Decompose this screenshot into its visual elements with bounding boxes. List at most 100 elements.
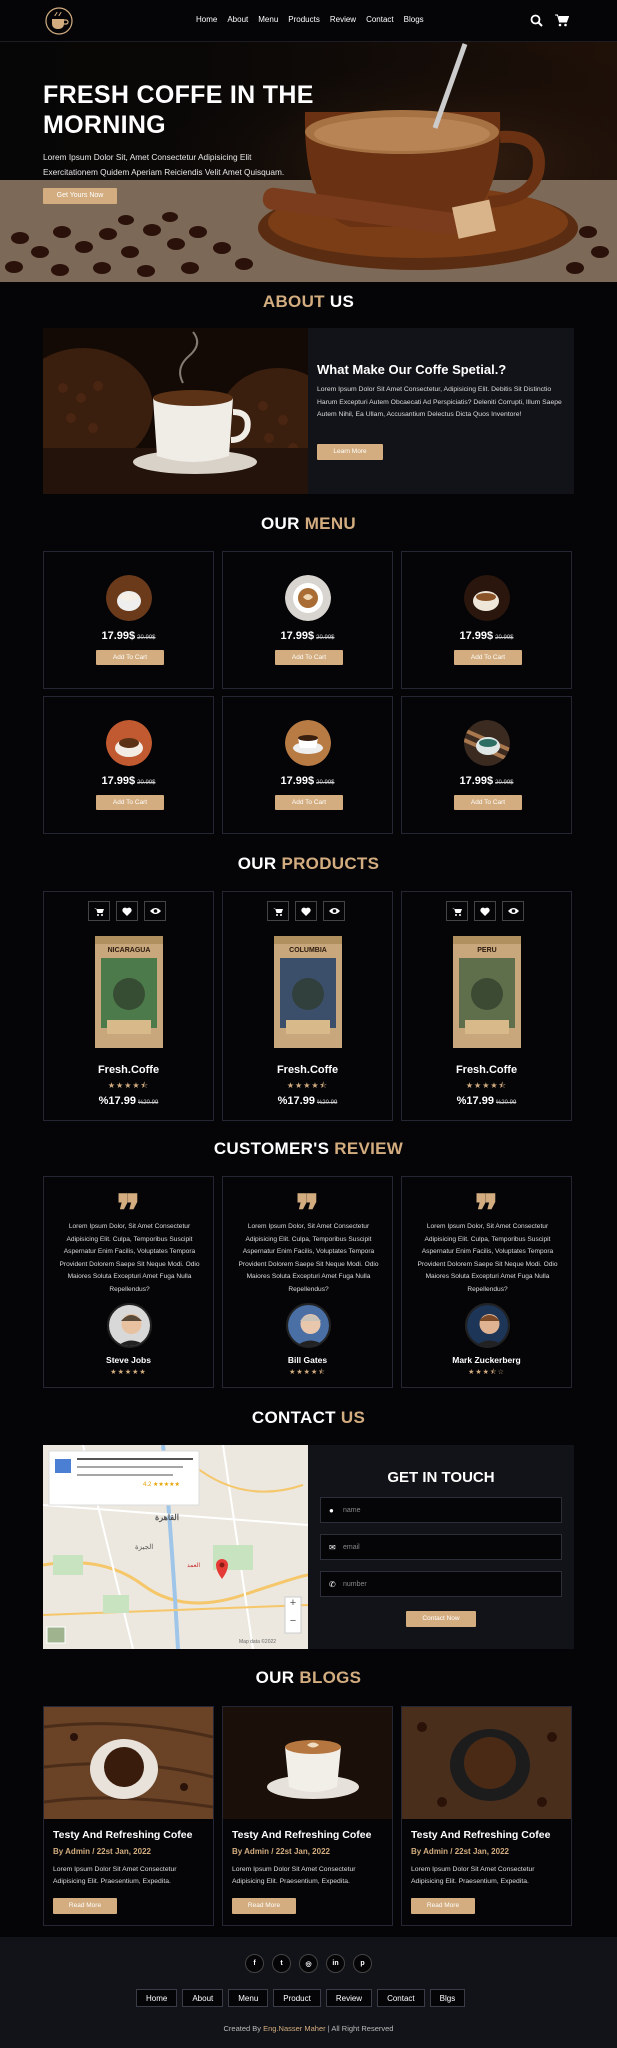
- read-more-button[interactable]: Read More: [53, 1898, 117, 1914]
- cart-icon[interactable]: [555, 14, 569, 27]
- footer-nav-blogs[interactable]: Blgs: [429, 1989, 466, 2007]
- footer-nav-review[interactable]: Review: [325, 1989, 373, 2007]
- footer-nav-contact[interactable]: Contact: [377, 1989, 425, 2007]
- linkedin-icon[interactable]: in: [326, 1954, 345, 1973]
- footer-nav: Home About Menu Product Review Contact B…: [136, 1989, 466, 2007]
- twitter-icon[interactable]: t: [272, 1954, 291, 1973]
- review-card: ❞ Lorem Ipsum Dolor, Sit Amet Consectetur…: [401, 1176, 572, 1388]
- number-field[interactable]: ✆ number: [320, 1571, 562, 1597]
- nav-contact[interactable]: Contact: [366, 15, 394, 24]
- map-giza-label: الجيزة: [135, 1544, 154, 1551]
- social-links: f t ◎ in p: [245, 1954, 372, 1973]
- envelope-icon: ✉: [329, 1542, 336, 1552]
- reviewer-rating: ★★★★⯪: [289, 1369, 326, 1376]
- avatar: [107, 1303, 152, 1348]
- nav-products[interactable]: Products: [288, 15, 320, 24]
- coffee-cup-image: [106, 720, 152, 766]
- products-title: OUR PRODUCTS: [237, 854, 380, 873]
- review-text: Lorem Ipsum Dolor, Sit Amet Consectetur …: [417, 1223, 558, 1293]
- pinterest-icon[interactable]: p: [353, 1954, 372, 1973]
- blog-card: Testy And Refreshing Cofee By Admin / 22s…: [43, 1706, 214, 1926]
- nav-review[interactable]: Review: [330, 15, 356, 24]
- map-zoom-out-button[interactable]: −: [285, 1615, 301, 1627]
- add-to-cart-button[interactable]: Add To Cart: [96, 650, 164, 665]
- product-price: %17.99 %20.99: [98, 1095, 159, 1107]
- instagram-icon[interactable]: ◎: [299, 1954, 318, 1973]
- product-rating: ★★★★⯪: [286, 1081, 329, 1090]
- site-footer: f t ◎ in p Home About Menu Product Revie…: [0, 1937, 617, 2048]
- menu-price: 17.99$ 20.99$: [101, 630, 156, 642]
- reviewer-name: Mark Zuckerberg: [452, 1355, 521, 1365]
- footer-nav-menu[interactable]: Menu: [228, 1989, 269, 2007]
- review-card: ❞ Lorem Ipsum Dolor, Sit Amet Consectetur…: [222, 1176, 393, 1388]
- search-icon[interactable]: [530, 14, 543, 27]
- cart-icon[interactable]: [267, 901, 289, 921]
- add-to-cart-button[interactable]: Add To Cart: [96, 795, 164, 810]
- site-header: Home About Menu Products Review Contact …: [0, 0, 617, 42]
- contact-now-button[interactable]: Contact Now: [406, 1611, 476, 1627]
- heart-icon[interactable]: [116, 901, 138, 921]
- contact-title: CONTACT US: [251, 1408, 366, 1427]
- about-text: Lorem Ipsum Dolor Sit Amet Consectetur, …: [317, 386, 562, 418]
- add-to-cart-button[interactable]: Add To Cart: [454, 795, 522, 810]
- logo-icon[interactable]: [44, 7, 74, 35]
- footer-nav-product[interactable]: Product: [273, 1989, 321, 2007]
- product-rating: ★★★★⯪: [465, 1081, 508, 1090]
- blog-title: Testy And Refreshing Cofee: [232, 1829, 372, 1841]
- blog-text: Lorem Ipsum Dolor Sit Amet Consectetur A…: [232, 1866, 356, 1885]
- get-yours-now-button[interactable]: Get Yours Now: [43, 188, 117, 204]
- map-zoom-in-button[interactable]: +: [285, 1597, 301, 1609]
- name-field[interactable]: ● name: [320, 1497, 562, 1523]
- menu-price: 17.99$ 20.99$: [459, 630, 514, 642]
- product-price: %17.99 %20.99: [456, 1095, 517, 1107]
- add-to-cart-button[interactable]: Add To Cart: [454, 650, 522, 665]
- blog-title: Testy And Refreshing Cofee: [411, 1829, 551, 1841]
- blog-text: Lorem Ipsum Dolor Sit Amet Consectetur A…: [53, 1866, 177, 1885]
- hero-title: FRESH COFFE IN THE MORNING: [43, 81, 314, 139]
- eye-icon[interactable]: [502, 901, 524, 921]
- nav-about[interactable]: About: [227, 15, 248, 24]
- menu-card: 17.99$ 20.99$ Add To Cart: [222, 551, 393, 689]
- map-marker-label: العمد: [187, 1563, 201, 1569]
- product-name: Fresh.Coffe: [455, 1064, 518, 1076]
- facebook-icon[interactable]: f: [245, 1954, 264, 1973]
- menu-card: 17.99$ 20.99$ Add To Cart: [222, 696, 393, 834]
- blog-meta: By Admin / 22st Jan, 2022: [53, 1847, 151, 1856]
- nav-blogs[interactable]: Blogs: [404, 15, 424, 24]
- cart-icon[interactable]: [446, 901, 468, 921]
- cart-icon[interactable]: [88, 901, 110, 921]
- contact-form: GET IN TOUCH ● name ✉ email ✆ number Contac…: [308, 1445, 574, 1649]
- heart-icon[interactable]: [474, 901, 496, 921]
- product-name: Fresh.Coffe: [276, 1064, 339, 1076]
- add-to-cart-button[interactable]: Add To Cart: [275, 795, 343, 810]
- menu-price: 17.99$ 20.99$: [459, 775, 514, 787]
- map-attribution: Map data ©2022: [239, 1639, 277, 1645]
- google-map[interactable]: 4.2 ★★★★★ القاهرة الجيزة العمد + − Map d…: [43, 1445, 308, 1649]
- add-to-cart-button[interactable]: Add To Cart: [275, 650, 343, 665]
- coffee-cup-image: [285, 720, 331, 766]
- map-rating: 4.2 ★★★★★: [143, 1482, 180, 1488]
- coffee-cup-image: [106, 575, 152, 621]
- blog-title: Testy And Refreshing Cofee: [53, 1829, 193, 1841]
- blogs-title: OUR BLOGS: [255, 1668, 362, 1687]
- read-more-button[interactable]: Read More: [232, 1898, 296, 1914]
- avatar: [465, 1303, 510, 1348]
- hero-section: FRESH COFFE IN THE MORNING Lorem Ipsum D…: [0, 42, 617, 282]
- learn-more-button[interactable]: Learn More: [317, 444, 383, 460]
- coffee-bag-image: PERU: [451, 936, 523, 1048]
- nav-home[interactable]: Home: [196, 15, 217, 24]
- eye-icon[interactable]: [323, 901, 345, 921]
- heart-icon[interactable]: [295, 901, 317, 921]
- blog-image: [223, 1707, 392, 1819]
- about-title: ABOUT US: [262, 292, 355, 311]
- footer-nav-home[interactable]: Home: [136, 1989, 178, 2007]
- footer-nav-about[interactable]: About: [182, 1989, 224, 2007]
- reviewer-name: Steve Jobs: [106, 1355, 151, 1365]
- nav-menu[interactable]: Menu: [258, 15, 278, 24]
- map-city-label: القاهرة: [155, 1513, 179, 1522]
- read-more-button[interactable]: Read More: [411, 1898, 475, 1914]
- coffee-cup-image: [285, 575, 331, 621]
- product-card: COLUMBIA Fresh.Coffe ★★★★⯪ %17.99 %20.99: [222, 891, 393, 1121]
- eye-icon[interactable]: [144, 901, 166, 921]
- email-field[interactable]: ✉ email: [320, 1534, 562, 1560]
